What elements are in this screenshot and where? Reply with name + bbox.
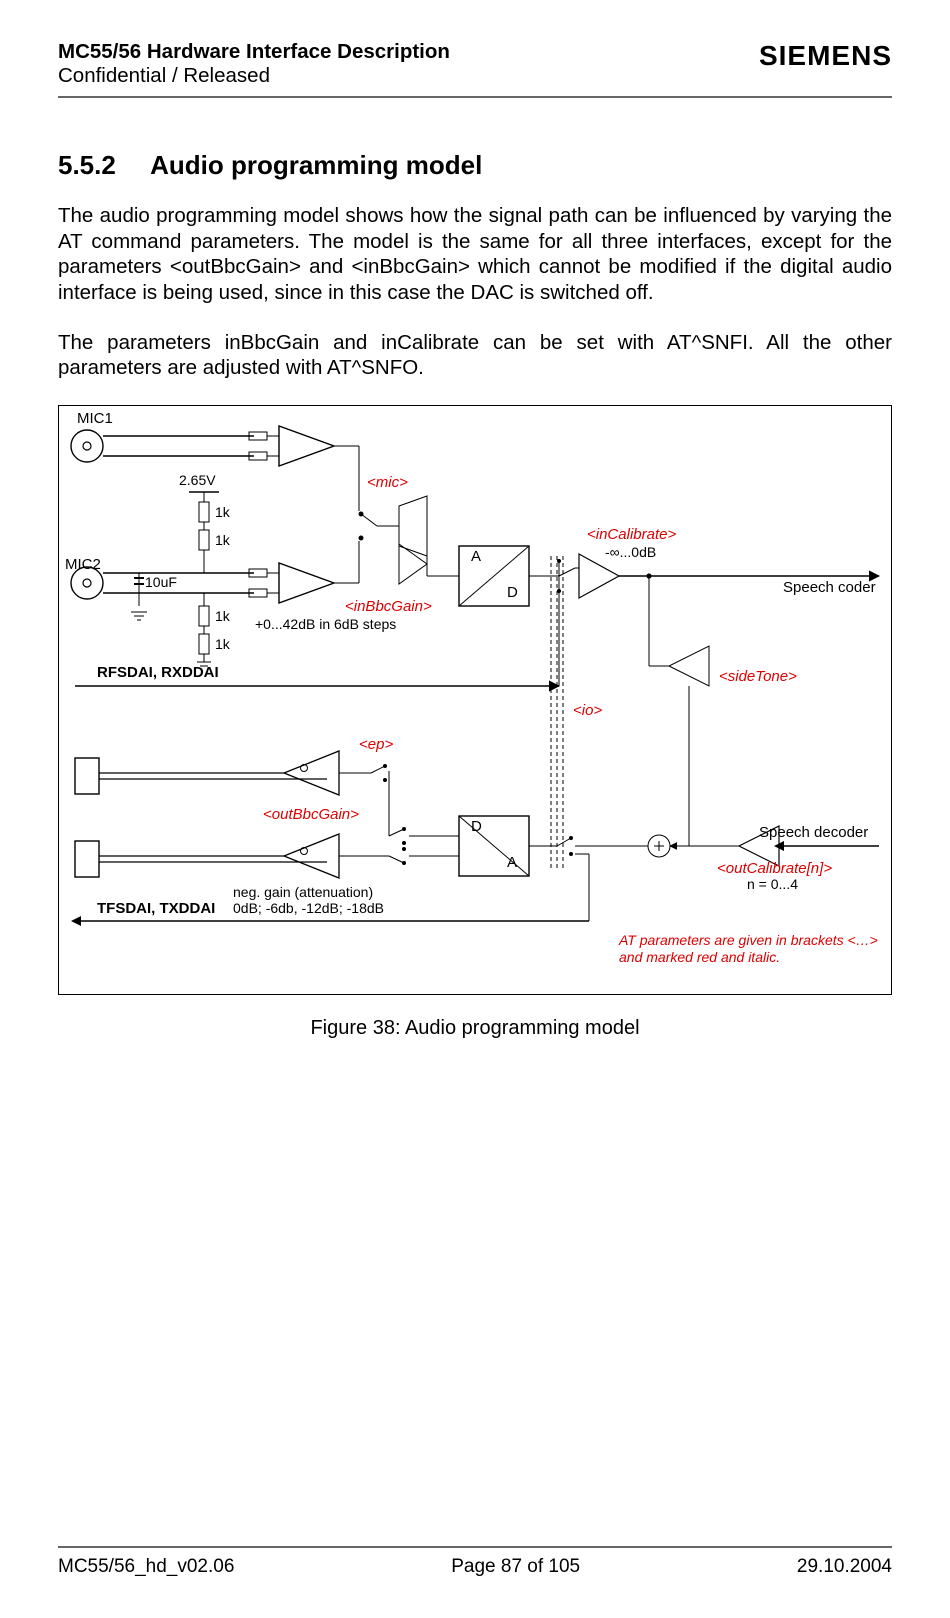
label-outcal-note: n = 0...4 <box>747 876 798 892</box>
footer-rule <box>58 1546 892 1548</box>
label-ep: <ep> <box>359 736 393 753</box>
paragraph-1: The audio programming model shows how th… <box>58 203 892 306</box>
label-mic-param: <mic> <box>367 474 408 491</box>
section-heading: 5.5.2 Audio programming model <box>58 150 892 181</box>
label-adc-d: D <box>507 584 518 601</box>
label-dac-a: A <box>507 854 517 871</box>
doc-subtitle: Confidential / Released <box>58 64 450 88</box>
label-mic2: MIC2 <box>65 556 101 573</box>
page-footer: MC55/56_hd_v02.06 Page 87 of 105 29.10.2… <box>58 1546 892 1578</box>
audio-diagram: MIC1 MIC2 2.65V 1k 1k 1k 1k 10uF <mic> <… <box>58 405 892 995</box>
label-outcalibrate: <outCalibrate[n]> <box>717 860 832 877</box>
label-speech-decoder: Speech decoder <box>759 824 868 841</box>
label-2v65: 2.65V <box>179 472 216 488</box>
label-outbbcgain: <outBbcGain> <box>263 806 359 823</box>
footer-left: MC55/56_hd_v02.06 <box>58 1556 234 1578</box>
label-r1: 1k <box>215 504 230 520</box>
header-left: MC55/56 Hardware Interface Description C… <box>58 40 450 88</box>
header-rule <box>58 96 892 98</box>
label-incal-note: -∞...0dB <box>605 544 656 560</box>
doc-title: MC55/56 Hardware Interface Description <box>58 40 450 64</box>
siemens-logo: SIEMENS <box>759 40 892 72</box>
paragraph-2: The parameters inBbcGain and inCalibrate… <box>58 330 892 381</box>
page-header: MC55/56 Hardware Interface Description C… <box>58 40 892 88</box>
footer-center: Page 87 of 105 <box>451 1556 580 1578</box>
label-adc-a: A <box>471 548 481 565</box>
label-inbbcgain: <inBbcGain> <box>345 598 432 615</box>
label-dac-d: D <box>471 818 482 835</box>
label-sidetone: <sideTone> <box>719 668 797 685</box>
label-footnote: AT parameters are given in brackets <…> … <box>619 932 879 967</box>
section-number: 5.5.2 <box>58 150 116 181</box>
footer-right: 29.10.2004 <box>797 1556 892 1578</box>
label-10uf: 10uF <box>145 574 177 590</box>
label-txddai: TFSDAI, TXDDAI <box>97 900 215 917</box>
label-io: <io> <box>573 702 602 719</box>
label-r3: 1k <box>215 608 230 624</box>
label-mic1: MIC1 <box>77 410 113 427</box>
label-speech-coder: Speech coder <box>783 579 876 596</box>
section-title: Audio programming model <box>150 150 482 180</box>
label-inbbc-note: +0...42dB in 6dB steps <box>255 616 396 632</box>
label-r4: 1k <box>215 636 230 652</box>
figure-caption: Figure 38: Audio programming model <box>58 1017 892 1040</box>
label-incalibrate: <inCalibrate> <box>587 526 676 543</box>
label-r2: 1k <box>215 532 230 548</box>
label-neggain2: 0dB; -6db, -12dB; -18dB <box>233 900 384 916</box>
label-neggain1: neg. gain (attenuation) <box>233 884 373 900</box>
label-rxddai: RFSDAI, RXDDAI <box>97 664 219 681</box>
